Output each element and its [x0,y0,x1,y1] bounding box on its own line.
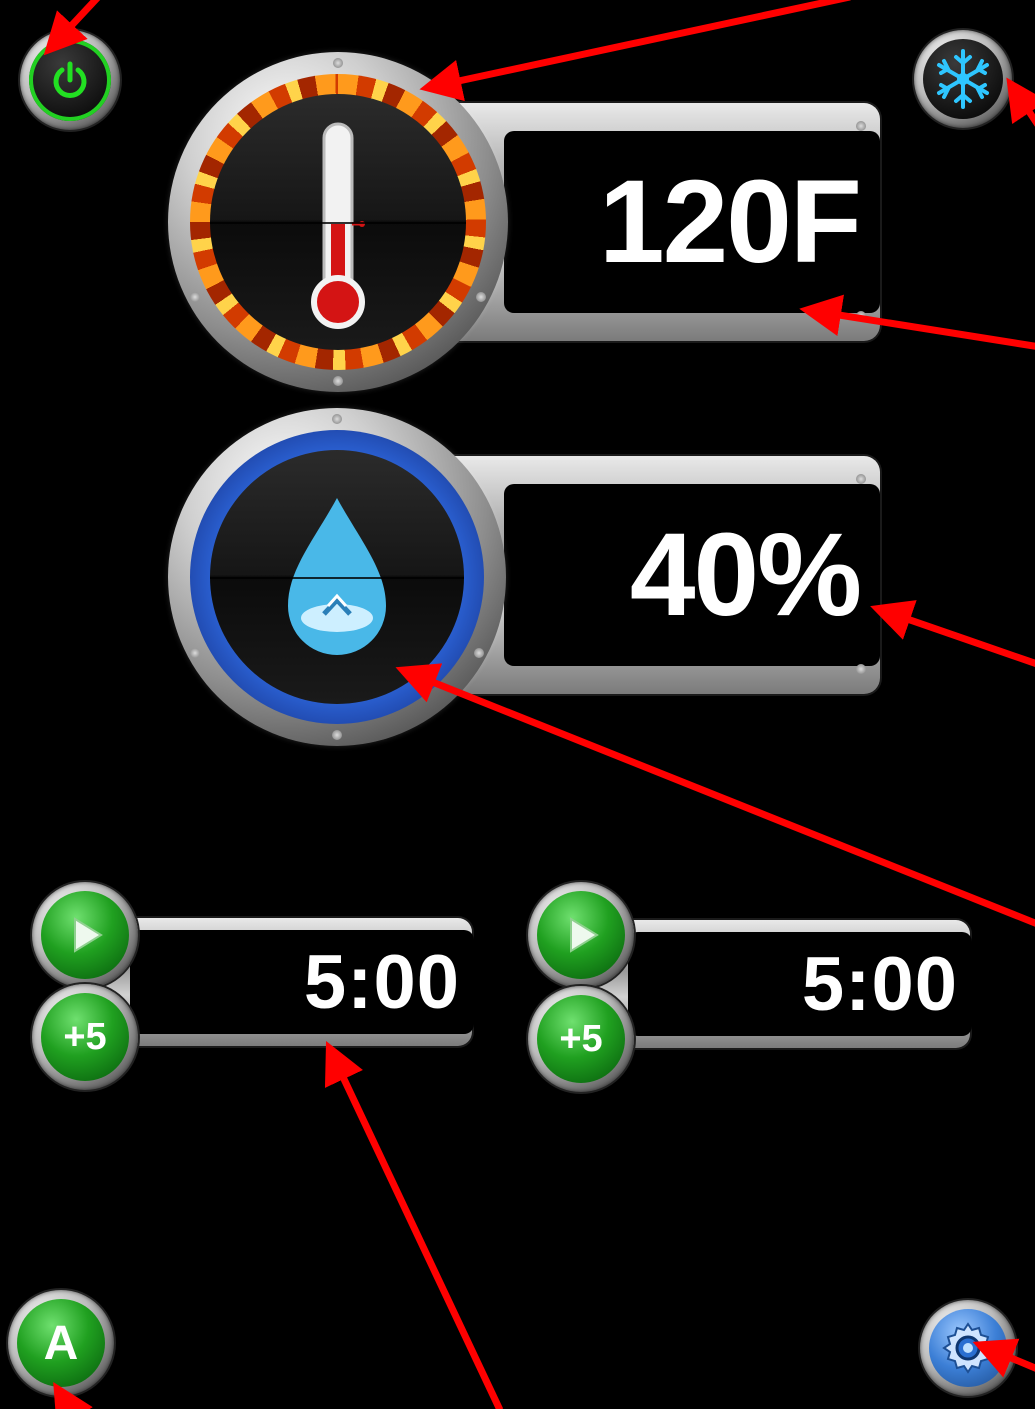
humidity-value: 40% [504,484,880,666]
power-button-face [29,39,111,121]
settings-button[interactable] [920,1300,1016,1396]
water-drop-icon [288,498,386,655]
timer-2-add-label: +5 [559,1017,603,1060]
timer-1-add-label: +5 [63,1015,107,1058]
thermometer-icon [311,122,365,329]
arrow-cool [1006,77,1035,127]
timer-1-add-button[interactable]: +5 [32,984,138,1090]
timer-2-play-face [537,891,625,979]
humidity-dial[interactable] [168,408,506,746]
timer-1-play-button[interactable] [32,882,138,988]
arrow-auto [53,1381,93,1409]
humidity-dial-face [210,450,464,704]
power-button[interactable] [20,30,120,130]
timer-1-value: 5:00 [130,930,474,1034]
timer-2-play-button[interactable] [528,882,634,988]
settings-button-face [929,1309,1007,1387]
snowflake-icon [937,49,989,109]
timer-2-add-button[interactable]: +5 [528,986,634,1092]
timer-2-add-face: +5 [537,995,625,1083]
play-icon [74,917,103,953]
arrow-humidity-dial [395,663,1035,927]
arrow-timer [324,1041,504,1409]
auto-button-face: A [17,1299,105,1387]
arrow-humidity-value [870,600,1035,667]
temperature-value: 120F [504,131,880,313]
gear-icon [942,1322,994,1374]
auto-button-label: A [43,1316,79,1370]
play-icon [570,917,599,953]
cool-button-face [923,39,1003,119]
auto-button[interactable]: A [8,1290,114,1396]
timer-1-panel: 5:00 [100,918,474,1046]
timer-1-add-face: +5 [41,993,129,1081]
timer-1-play-face [41,891,129,979]
cool-button[interactable] [914,30,1012,128]
arrow-temperature-dial [419,0,851,102]
temperature-dial[interactable] [168,52,508,392]
power-icon [53,61,87,98]
timer-2-panel: 5:00 [598,920,972,1048]
temperature-dial-face [210,94,466,350]
timer-2-value: 5:00 [628,932,972,1036]
